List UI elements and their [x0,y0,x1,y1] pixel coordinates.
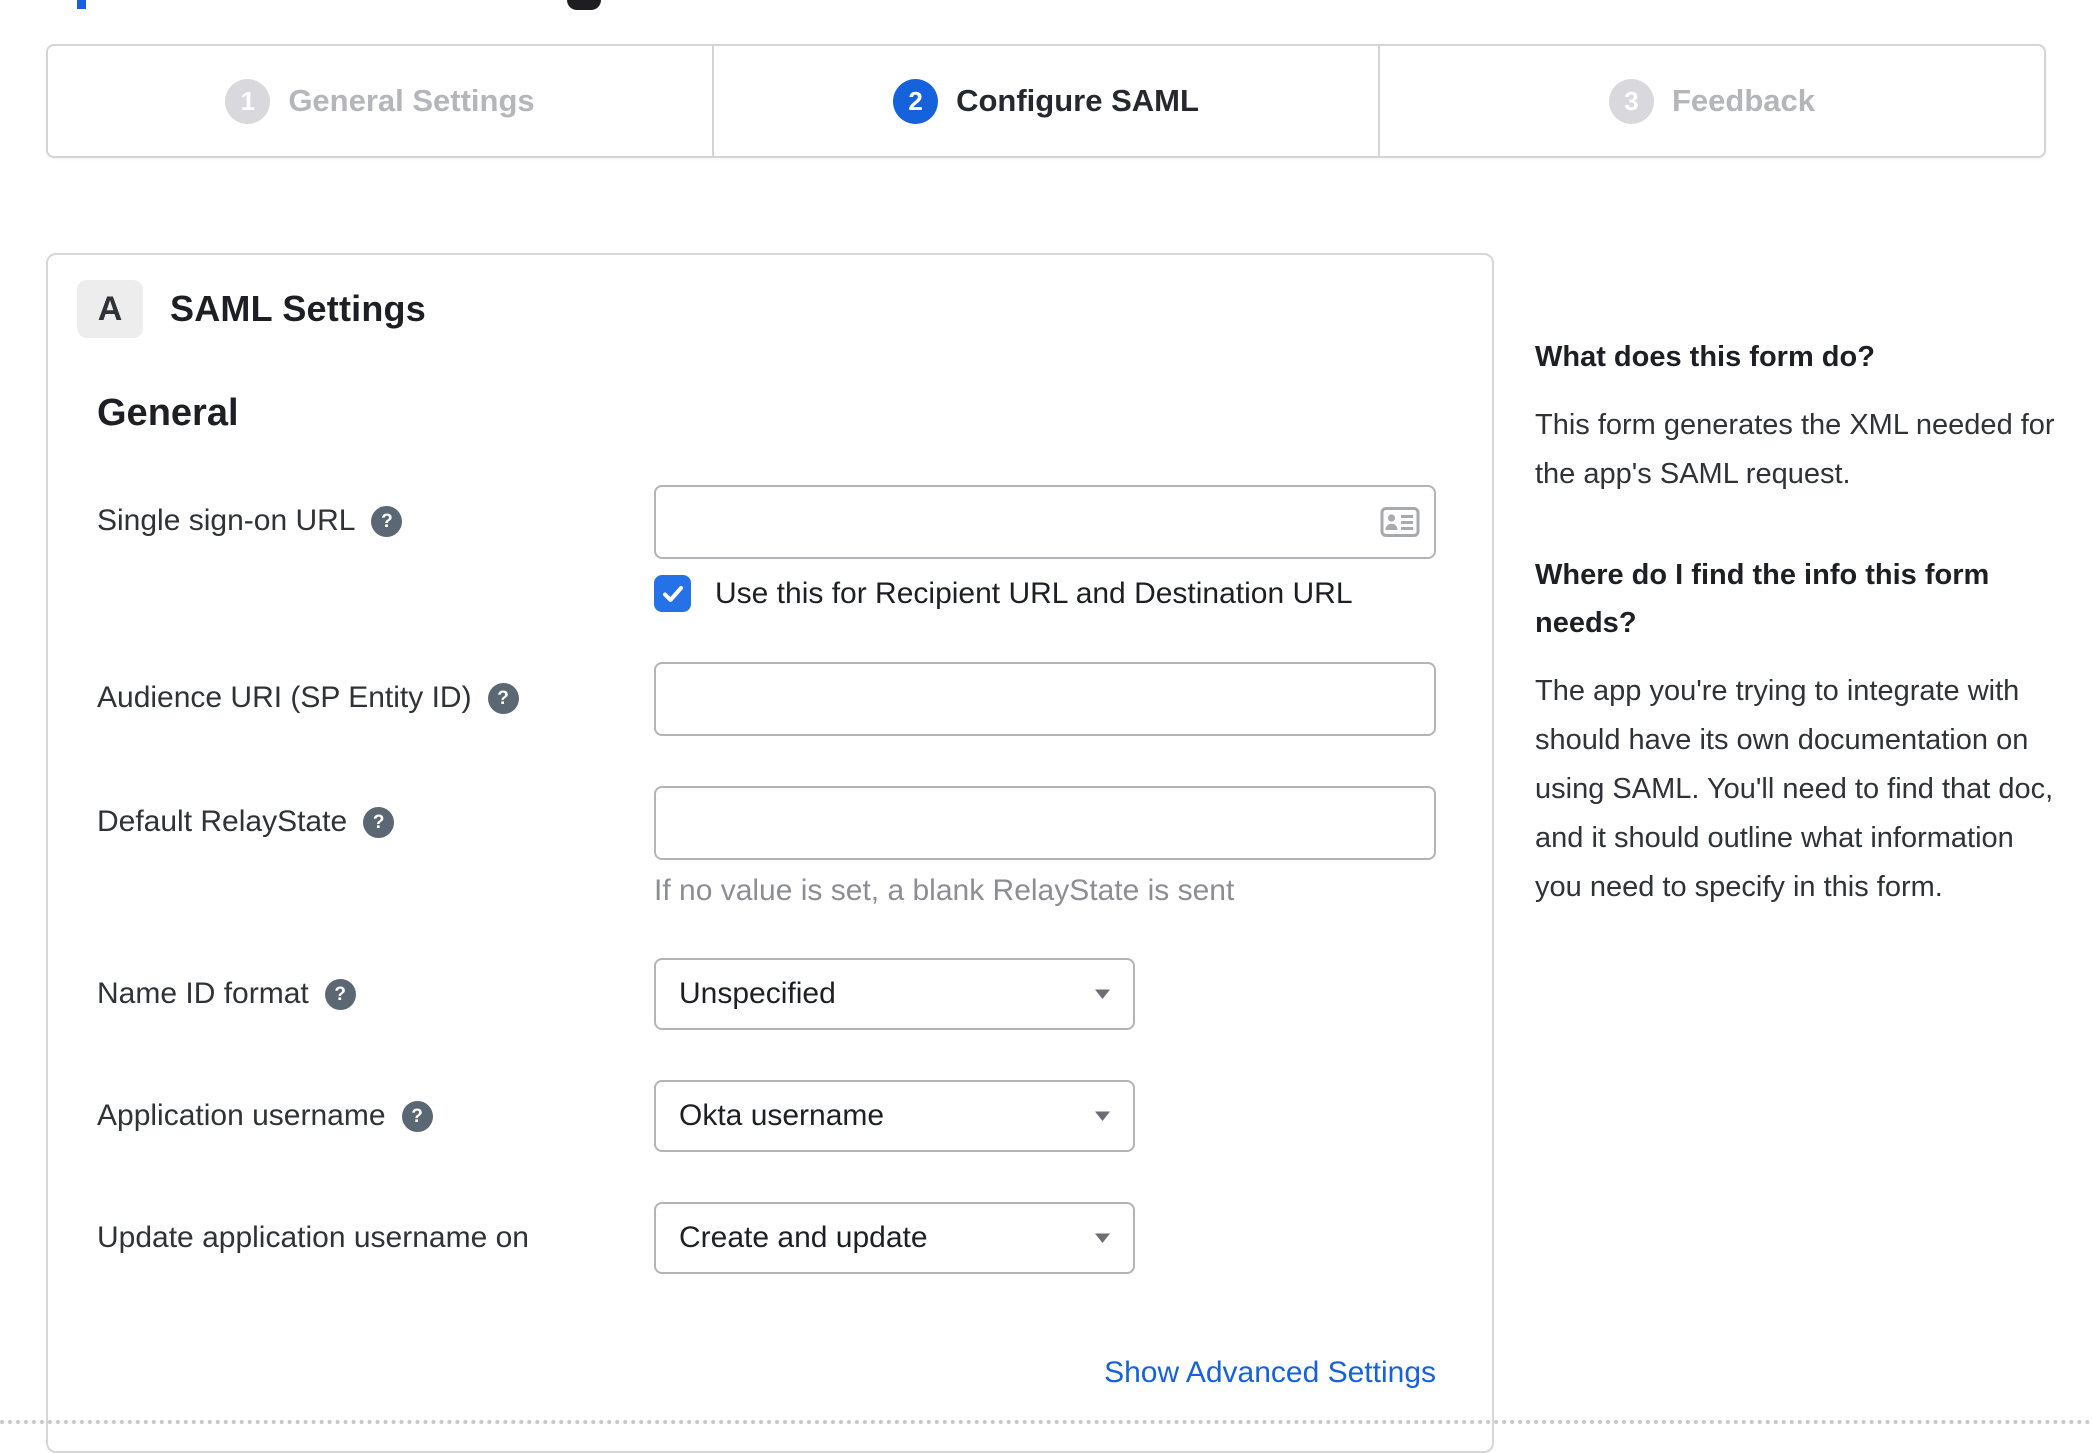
field-label: Update application username on [97,1221,529,1254]
sidebar-heading: Where do I find the info this form needs… [1535,559,1990,639]
sidebar-body: The app you're trying to integrate with … [1535,675,2054,903]
section-divider [0,1420,2092,1424]
select-value: Okta username [679,1099,885,1132]
chevron-down-icon [1094,1110,1111,1122]
step-label: Configure SAML [956,83,1199,118]
help-icon[interactable]: ? [487,683,519,714]
relaystate-hint: If no value is set, a blank RelayState i… [654,874,1235,907]
sidebar-section-what: What does this form do? This form genera… [1535,333,2057,499]
chevron-down-icon [1094,1232,1111,1244]
step-feedback[interactable]: 3 Feedback [1378,46,2044,156]
cropped-icon-fragment [567,0,601,10]
field-label: Audience URI (SP Entity ID) [97,681,472,714]
field-row-update-username-on: Update application username on Create an… [97,1202,1436,1274]
step-number-badge: 2 [893,78,939,124]
contact-card-icon[interactable] [1380,507,1420,538]
panel-title: SAML Settings [170,288,426,329]
audience-uri-input[interactable] [654,662,1436,736]
wizard-stepper: 1 General Settings 2 Configure SAML 3 Fe… [46,44,2046,158]
help-icon[interactable]: ? [371,506,403,537]
select-value: Create and update [679,1221,928,1254]
step-number-badge: 1 [225,78,271,124]
field-row-application-username: Application username ? Okta username [97,1080,1436,1152]
section-heading: General [97,392,239,434]
select-value: Unspecified [679,977,836,1010]
sidebar-section-where: Where do I find the info this form needs… [1535,551,2057,912]
panel-header: A SAML Settings [77,280,1492,338]
field-label: Application username [97,1099,386,1132]
relaystate-input[interactable] [654,786,1436,860]
saml-settings-panel: A SAML Settings General Single sign-on U… [46,253,1494,1453]
checkmark-icon [662,585,683,602]
field-row-relaystate: Default RelayState ? If no value is set,… [97,786,1436,908]
section-a-badge: A [77,280,143,338]
name-id-format-select[interactable]: Unspecified [654,958,1135,1030]
help-icon[interactable]: ? [363,807,395,838]
checkbox-label: Use this for Recipient URL and Destinati… [715,576,1353,610]
help-icon[interactable]: ? [401,1101,433,1132]
field-label: Default RelayState [97,805,348,838]
recipient-url-checkbox-row: Use this for Recipient URL and Destinati… [654,575,1436,612]
sidebar-heading: What does this form do? [1535,341,1875,373]
field-row-audience-uri: Audience URI (SP Entity ID) ? [97,662,1436,736]
sso-url-input[interactable] [654,485,1436,559]
help-icon[interactable]: ? [324,979,356,1010]
field-label: Single sign-on URL [97,504,356,537]
step-general-settings[interactable]: 1 General Settings [48,46,712,156]
recipient-url-checkbox[interactable] [654,575,691,612]
saml-general-form: General Single sign-on URL ? Use this fo… [97,392,1436,1390]
field-row-sso-url: Single sign-on URL ? Use this for Recipi… [97,485,1436,612]
step-label: Feedback [1671,83,1815,118]
cropped-logo-fragment [77,0,86,9]
step-number-badge: 3 [1608,78,1654,124]
application-username-select[interactable]: Okta username [654,1080,1135,1152]
sidebar-body: This form generates the XML needed for t… [1535,409,2055,490]
step-configure-saml[interactable]: 2 Configure SAML [712,46,1378,156]
show-advanced-settings-link[interactable]: Show Advanced Settings [1104,1356,1436,1389]
update-username-on-select[interactable]: Create and update [654,1202,1135,1274]
step-label: General Settings [288,83,535,118]
help-sidebar: What does this form do? This form genera… [1535,333,2057,912]
chevron-down-icon [1094,988,1111,1000]
field-label: Name ID format [97,977,309,1010]
field-row-name-id-format: Name ID format ? Unspecified [97,958,1436,1030]
